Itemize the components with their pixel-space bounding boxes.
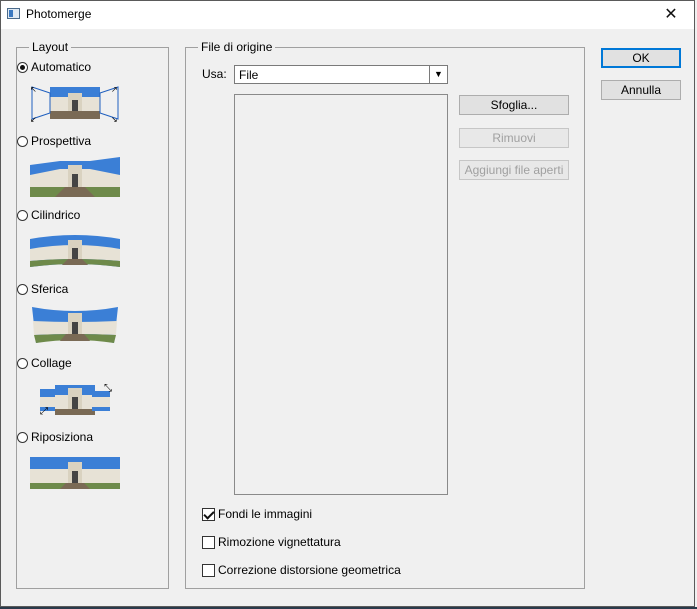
radio-label: Sferica — [31, 282, 69, 296]
close-icon: ✕ — [664, 6, 678, 23]
checkbox-indicator[interactable] — [202, 535, 215, 549]
radio-indicator[interactable] — [17, 61, 28, 73]
automatico-preview-image: ↖ ↗ ↙ ↘ — [30, 85, 119, 123]
svg-text:↘: ↘ — [111, 115, 118, 123]
prospettiva-preview-image — [30, 157, 120, 197]
radio-label: Cilindrico — [31, 208, 81, 222]
checkbox-label: Correzione distorsione geometrica — [218, 563, 401, 577]
radio-indicator[interactable] — [17, 431, 28, 443]
radio-collage[interactable]: Collage — [17, 355, 72, 371]
add-open-files-button[interactable]: Aggiungi file aperti — [459, 160, 569, 180]
checkbox-label: Rimozione vignettatura — [218, 535, 341, 549]
radio-automatico[interactable]: Automatico — [17, 59, 91, 75]
app-icon — [7, 8, 20, 19]
radio-indicator[interactable] — [17, 283, 28, 295]
vignette-removal-checkbox[interactable]: Rimozione vignettatura — [202, 534, 341, 550]
source-legend: File di origine — [198, 40, 276, 54]
svg-text:↙: ↙ — [30, 115, 37, 123]
radio-riposiziona[interactable]: Riposiziona — [17, 429, 93, 445]
photomerge-dialog: Photomerge ✕ Layout Automatico ↖ ↗ ↙ ↘ P… — [0, 0, 695, 607]
svg-text:↗: ↗ — [111, 85, 118, 94]
cilindrico-preview-image — [30, 235, 120, 267]
radio-cilindrico[interactable]: Cilindrico — [17, 207, 80, 223]
use-label: Usa: — [202, 67, 227, 81]
use-select-value: File — [239, 68, 259, 82]
radio-sferica[interactable]: Sferica — [17, 281, 68, 297]
checkbox-indicator[interactable] — [202, 507, 215, 521]
svg-text:⤡: ⤡ — [104, 383, 112, 394]
window-title: Photomerge — [26, 7, 92, 21]
radio-indicator[interactable] — [17, 135, 28, 147]
close-button[interactable]: ✕ — [648, 1, 694, 29]
browse-button[interactable]: Sfoglia... — [459, 95, 569, 115]
collage-preview-image: ⤢ ⤡ — [40, 383, 112, 417]
chevron-down-icon[interactable]: ▼ — [429, 66, 447, 83]
blend-images-checkbox[interactable]: Fondi le immagini — [202, 506, 312, 522]
radio-label: Automatico — [31, 60, 92, 74]
svg-text:⤢: ⤢ — [40, 406, 48, 417]
radio-label: Prospettiva — [31, 134, 92, 148]
radio-label: Riposiziona — [31, 430, 94, 444]
radio-label: Collage — [31, 356, 72, 370]
cancel-button[interactable]: Annulla — [601, 80, 681, 100]
riposiziona-preview-image — [30, 457, 120, 489]
radio-indicator[interactable] — [17, 209, 28, 221]
checkbox-indicator[interactable] — [202, 563, 215, 577]
title-bar: Photomerge ✕ — [1, 1, 694, 29]
remove-button[interactable]: Rimuovi — [459, 128, 569, 148]
radio-indicator[interactable] — [17, 357, 28, 369]
use-select[interactable]: File ▼ — [234, 65, 448, 84]
svg-text:↖: ↖ — [30, 85, 37, 94]
file-list[interactable] — [234, 94, 448, 495]
sferica-preview-image — [32, 307, 118, 343]
layout-legend: Layout — [29, 40, 72, 54]
ok-button[interactable]: OK — [601, 48, 681, 68]
radio-prospettiva[interactable]: Prospettiva — [17, 133, 91, 149]
checkbox-label: Fondi le immagini — [218, 507, 313, 521]
geometric-distortion-checkbox[interactable]: Correzione distorsione geometrica — [202, 562, 401, 578]
